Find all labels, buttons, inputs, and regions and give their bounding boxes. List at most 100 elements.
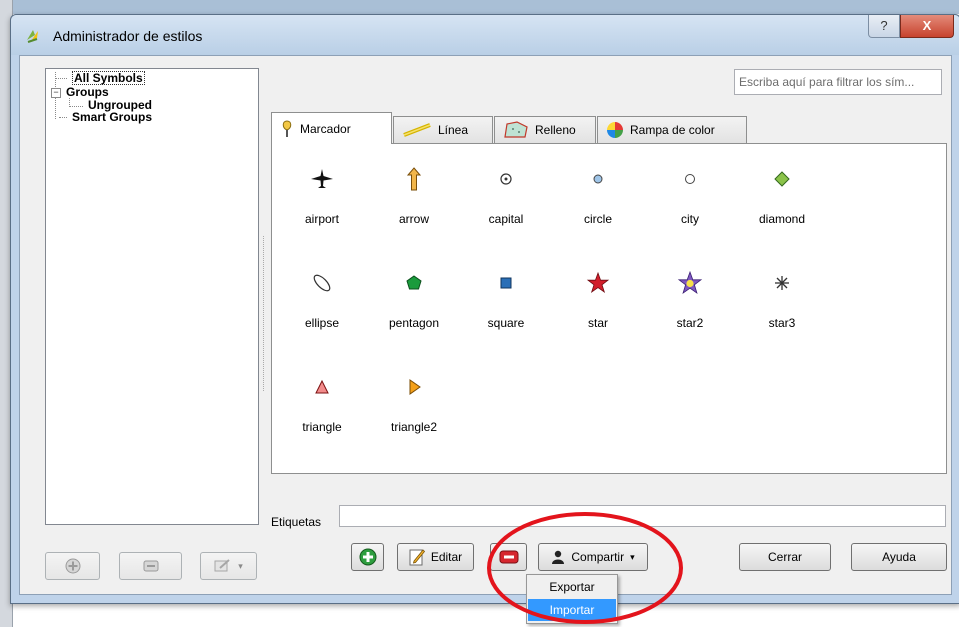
tab-color-ramp[interactable]: Rampa de color (597, 116, 747, 143)
triangle2-icon (409, 379, 421, 395)
square-icon (500, 277, 512, 289)
edit-group-icon (214, 559, 230, 572)
color-ramp-icon (607, 122, 623, 138)
symbol-label: square (487, 316, 525, 330)
title-bar[interactable]: Administrador de estilos ? X (11, 15, 959, 55)
symbol-label: pentagon (388, 316, 440, 330)
window-title: Administrador de estilos (53, 28, 203, 44)
symbol-item[interactable]: star (552, 252, 644, 342)
close-button-label: Cerrar (767, 550, 802, 564)
symbol-label: ellipse (304, 316, 340, 330)
pentagon-icon (406, 275, 422, 290)
panel-splitter[interactable] (263, 236, 266, 391)
share-button-label: Compartir (571, 550, 625, 564)
tab-line-label: Línea (438, 123, 469, 137)
remove-group-button[interactable] (119, 552, 182, 580)
fill-icon (504, 121, 528, 138)
symbol-label: star3 (768, 316, 796, 330)
symbol-list: airport arrow capital circle city diamon… (271, 143, 947, 474)
tree-item-all-symbols[interactable]: All Symbols (72, 71, 145, 85)
tab-fill[interactable]: Relleno (494, 116, 596, 143)
symbol-item[interactable]: diamond (736, 148, 828, 238)
symbol-label: diamond (758, 212, 806, 226)
symbol-item[interactable]: square (460, 252, 552, 342)
tab-fill-label: Relleno (535, 123, 576, 137)
share-dropdown-menu: Exportar Importar (526, 574, 618, 624)
menu-item-import[interactable]: Importar (528, 599, 616, 621)
help-button-label: Ayuda (882, 550, 916, 564)
symbol-label: airport (304, 212, 339, 226)
window-close-button[interactable]: X (900, 15, 954, 38)
tree-connector (69, 106, 83, 107)
menu-item-export[interactable]: Exportar (528, 576, 616, 598)
group-tree[interactable]: − All Symbols Groups Ungrouped Smart Gro… (45, 68, 259, 525)
marker-icon (282, 119, 292, 137)
airport-icon (311, 169, 333, 188)
triangle-icon (315, 379, 329, 394)
edit-symbol-button[interactable]: Editar (397, 543, 474, 571)
qgis-app-icon (27, 30, 38, 43)
tree-connector (55, 78, 67, 79)
ellipse-icon (313, 274, 331, 292)
symbol-label: capital (488, 212, 524, 226)
symbol-item[interactable]: circle (552, 148, 644, 238)
add-icon (359, 548, 376, 566)
symbol-label: triangle (302, 420, 342, 434)
tree-item-groups[interactable]: Groups (66, 86, 109, 98)
circle-icon (593, 174, 603, 184)
symbol-item[interactable]: pentagon (368, 252, 460, 342)
symbol-label: star (587, 316, 608, 330)
tab-color-ramp-label: Rampa de color (630, 123, 715, 137)
symbol-label: triangle2 (390, 420, 438, 434)
symbol-item[interactable]: airport (276, 148, 368, 238)
background-app-toolbar (0, 0, 959, 14)
share-menu-button[interactable]: Compartir ▾ (538, 543, 648, 571)
tree-item-smart-groups[interactable]: Smart Groups (72, 111, 152, 123)
symbol-filter-input[interactable] (734, 69, 942, 95)
tab-marker[interactable]: Marcador (271, 112, 392, 144)
symbol-item[interactable]: star2 (644, 252, 736, 342)
collapse-groups-icon[interactable]: − (51, 88, 61, 98)
symbol-item[interactable]: capital (460, 148, 552, 238)
symbol-item[interactable]: ellipse (276, 252, 368, 342)
dropdown-arrow-icon: ▾ (238, 560, 243, 571)
symbol-label: arrow (398, 212, 429, 226)
add-icon (65, 558, 80, 574)
close-button[interactable]: Cerrar (739, 543, 831, 571)
symbol-label: city (681, 212, 699, 226)
tags-label: Etiquetas (271, 515, 322, 529)
user-icon (552, 550, 565, 564)
symbol-item[interactable]: arrow (368, 148, 460, 238)
arrow-icon (406, 167, 422, 191)
symbol-label: star2 (676, 316, 704, 330)
star-icon (586, 271, 610, 294)
remove-icon (143, 560, 158, 572)
edit-icon (409, 549, 425, 566)
symbol-item[interactable]: triangle (276, 356, 368, 446)
symbol-item[interactable]: triangle2 (368, 356, 460, 446)
remove-symbol-button[interactable] (490, 543, 527, 571)
city-icon (685, 174, 695, 184)
tree-connector (59, 117, 67, 118)
window-help-button[interactable]: ? (868, 15, 900, 38)
capital-icon (500, 173, 512, 185)
edit-symbol-label: Editar (430, 550, 463, 564)
add-group-button[interactable] (45, 552, 100, 580)
line-icon (403, 123, 431, 137)
star2-icon (677, 270, 703, 294)
symbol-item[interactable]: city (644, 148, 736, 238)
symbol-item[interactable]: star3 (736, 252, 828, 342)
style-manager-dialog: Administrador de estilos ? X − All Symbo… (10, 14, 959, 604)
star3-icon (775, 276, 789, 290)
group-actions-button[interactable]: ▾ (200, 552, 257, 580)
dropdown-arrow-icon: ▾ (630, 551, 635, 562)
help-button[interactable]: Ayuda (851, 543, 947, 571)
tab-marker-label: Marcador (300, 121, 351, 136)
diamond-icon (774, 171, 790, 187)
symbol-label: circle (583, 212, 612, 226)
dialog-body: − All Symbols Groups Ungrouped Smart Gro… (19, 55, 952, 595)
tags-input[interactable] (339, 505, 946, 527)
add-symbol-button[interactable] (351, 543, 384, 571)
tab-line[interactable]: Línea (393, 116, 493, 143)
remove-icon (499, 550, 518, 564)
